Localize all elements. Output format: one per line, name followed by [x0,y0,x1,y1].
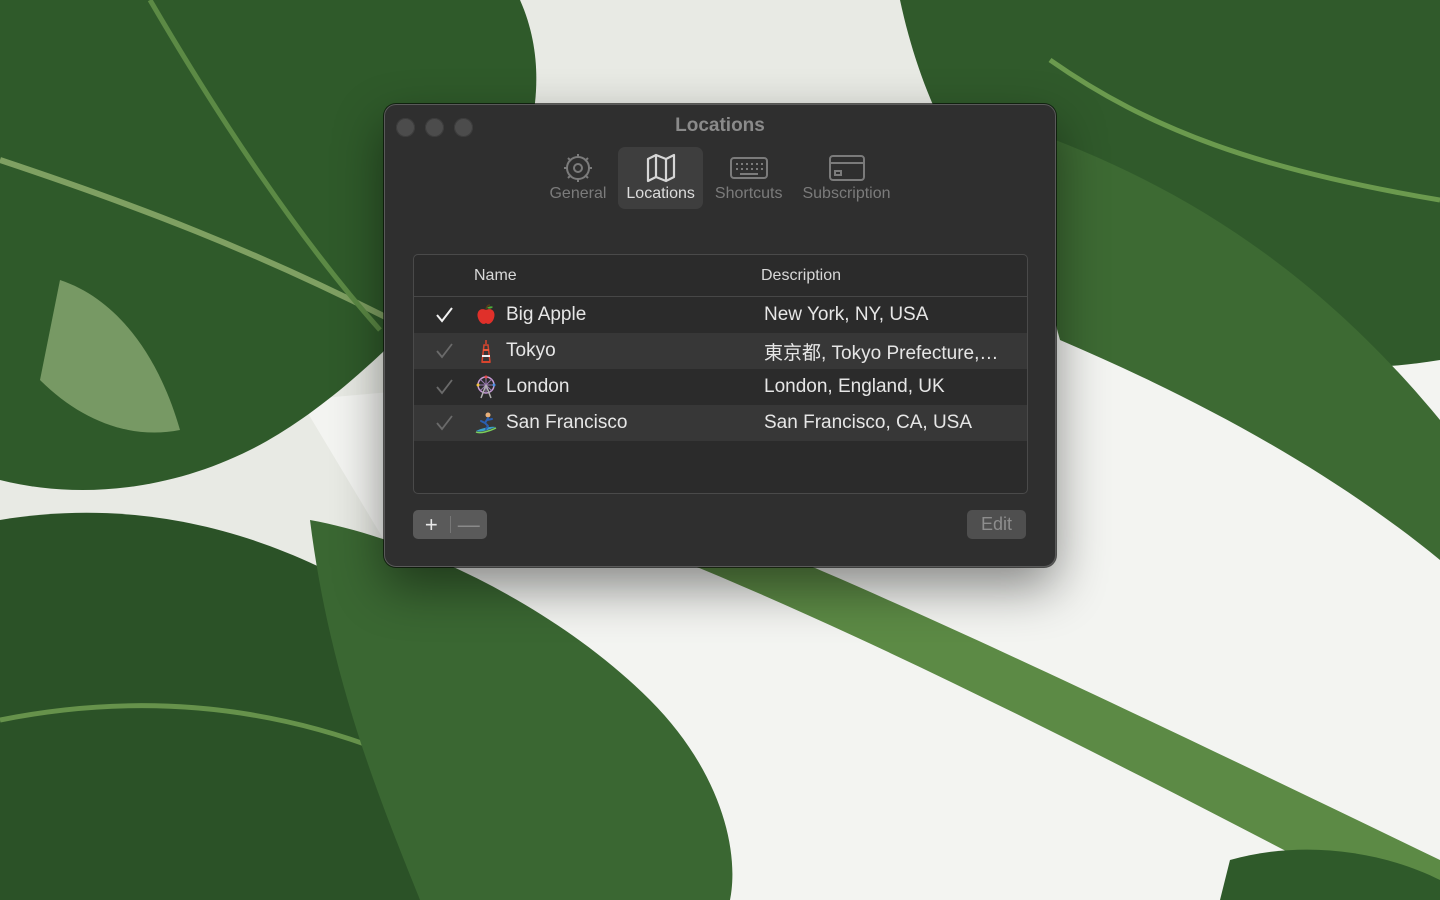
edit-button[interactable]: Edit [967,510,1026,539]
locations-window: Locations General Locations Shortcuts Su… [384,104,1056,567]
surfer-icon [474,411,498,435]
location-name: Big Apple [506,304,587,325]
location-name: San Francisco [506,412,628,433]
location-name: London [506,376,570,397]
tab-subscription[interactable]: Subscription [794,147,898,209]
preferences-toolbar: General Locations Shortcuts Subscription [385,147,1055,209]
location-name: Tokyo [506,340,556,361]
table-header: Name Description [414,255,1027,297]
checkmark-icon[interactable] [414,377,474,397]
checkmark-icon[interactable] [414,413,474,433]
location-description: 東京都, Tokyo Prefecture,… [764,342,999,364]
location-description: San Francisco, CA, USA [764,412,973,433]
location-description: New York, NY, USA [764,304,929,325]
location-name-cell: San Francisco [474,411,764,435]
add-remove-control: + — [413,510,487,539]
remove-location-button[interactable]: — [450,510,487,539]
red-apple-icon [474,303,498,327]
tab-general[interactable]: General [541,147,614,209]
location-name-cell: Big Apple [474,303,764,327]
name-column-header[interactable]: Name [474,267,761,285]
desktop: Locations General Locations Shortcuts Su… [0,0,1440,900]
tab-shortcuts[interactable]: Shortcuts [707,147,791,209]
keyboard-icon [729,151,769,185]
location-name-cell: Tokyo [474,339,764,363]
tab-locations-label: Locations [626,185,695,202]
table-row[interactable]: Tokyo 東京都, Tokyo Prefecture,… [414,333,1027,369]
checkmark-icon[interactable] [414,341,474,361]
map-icon [641,151,681,185]
tab-locations[interactable]: Locations [618,147,703,209]
description-column-header[interactable]: Description [761,267,1027,285]
location-description: London, England, UK [764,376,945,397]
tab-general-label: General [549,185,607,202]
gear-icon [558,151,598,185]
tab-subscription-label: Subscription [802,185,891,202]
tab-shortcuts-label: Shortcuts [714,185,783,202]
table-row[interactable]: Big Apple New York, NY, USA [414,297,1027,333]
table-row[interactable]: London London, England, UK [414,369,1027,405]
table-row[interactable]: San Francisco San Francisco, CA, USA [414,405,1027,441]
location-name-cell: London [474,375,764,399]
locations-table: Name Description Big Apple New York, NY,… [413,254,1028,494]
tokyo-tower-icon [474,339,498,363]
window-title: Locations [675,115,765,136]
checkmark-icon[interactable] [414,305,474,325]
ferris-wheel-icon [474,375,498,399]
credit-card-icon [827,151,867,185]
add-location-button[interactable]: + [413,510,450,539]
